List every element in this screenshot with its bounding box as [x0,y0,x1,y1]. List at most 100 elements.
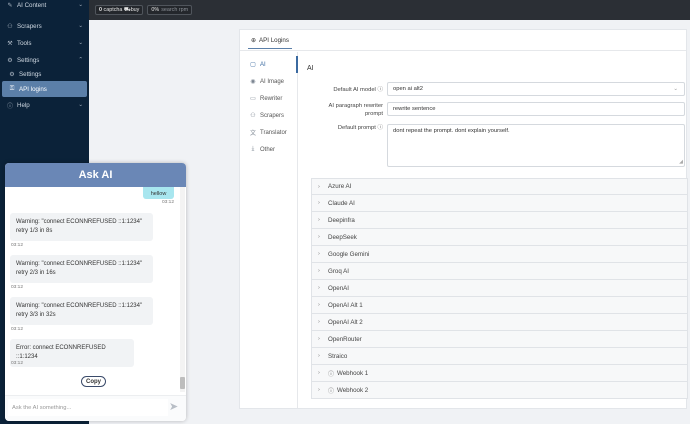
accordion-label: DeepSeek [328,233,357,241]
message-line: retry 2/3 in 16s [16,270,56,276]
message-line: retry 3/3 in 32s [16,312,56,318]
subnav-ai-image[interactable]: ◉ AI Image [240,73,298,90]
sidebar-subitem-settings[interactable]: ⚙ Settings [0,66,89,82]
form-row-default-prompt: Default prompt ⓘ dont repeat the prompt.… [307,124,685,167]
send-icon[interactable]: ➤ [169,400,178,413]
info-icon: ⓘ [328,371,335,378]
chevron-right-icon: › [318,319,320,325]
ai-content-icon: ✎ [7,2,13,9]
default-prompt-textarea[interactable]: dont repeat the prompt. dont explain you… [387,124,685,167]
chevron-up-icon: ⌃ [78,57,83,63]
rewriter-prompt-label: AI paragraph rewriter [328,103,383,109]
ai-message: Warning: "connect ECONNREFUSED ::1:1234"… [10,213,153,241]
subnav-other[interactable]: ⤓ Other [240,141,298,158]
divider [240,50,686,51]
gear-icon: ⚙ [7,57,13,64]
help-icon: ⓘ [6,103,13,110]
api-logins-card: ⊕ API Logins ▢ AI ◉ AI Image ▭ Rewriter … [239,29,688,409]
accordion-label: OpenRouter [328,335,362,343]
translator-icon: 文 [249,131,256,137]
message-time: 03:12 [11,327,24,332]
info-icon: ⓘ [377,87,383,93]
search-rpm-indicator: 0% search rpm [147,5,193,15]
message-time: 03:12 [11,361,24,366]
accordion-straico[interactable]: › Straico [311,348,688,365]
accordion-openrouter[interactable]: › OpenRouter [311,331,688,348]
default-model-label: Default AI model [333,87,376,93]
accordion-google-gemini[interactable]: › Google Gemini [311,246,688,263]
sidebar-item-label: API logins [19,85,47,93]
ai-icon: ▢ [250,62,256,68]
cart-icon: ⛟ [123,6,131,13]
search-percent: 0% [151,7,160,13]
message-time: 03:12 [161,200,174,205]
subnav-label: AI Image [260,78,285,85]
form-row-default-model: Default AI model ⓘ open ai alt2 ⌄ [307,82,685,96]
default-model-value: open ai alt2 [393,86,423,92]
accordion-label: Google Gemini [328,250,370,258]
chevron-right-icon: › [318,200,320,206]
gear-icon: ⚙ [9,71,15,78]
sidebar-item-label: Scrapers [17,22,42,30]
accordion-groq-ai[interactable]: › Groq AI [311,263,688,280]
sidebar-item-label: Settings [17,56,40,64]
chevron-right-icon: › [318,217,320,223]
chat-scrollbar[interactable] [180,187,185,392]
accordion-deepseek[interactable]: › DeepSeek [311,229,688,246]
user-message: hellow [143,187,174,199]
ask-ai-panel: Ask AI hellow 03:12 Warning: "connect EC… [5,163,186,421]
subnav-translator[interactable]: 文 Translator [240,124,298,141]
rewriter-prompt-input[interactable]: rewrite sentence [387,102,685,116]
accordion-openai-alt-1[interactable]: › OpenAI Alt 1 [311,297,688,314]
accordion-webhook-1[interactable]: › ⓘ Webhook 1 [311,365,688,382]
ai-message: Error: connect ECONNREFUSED ::1:1234 [10,339,134,367]
accordion-label: Claude AI [328,199,355,207]
tab-api-logins[interactable]: ⊕ API Logins [248,33,292,49]
default-prompt-label: Default prompt [337,125,376,131]
ask-ai-input[interactable]: Ask the AI something... [8,399,168,416]
chat-log[interactable]: hellow 03:12 Warning: "connect ECONNREFU… [5,187,186,392]
subnav-scrapers[interactable]: ⚇ Scrapers [240,107,298,124]
accordion-azure-ai[interactable]: › Azure AI [311,178,688,195]
accordion-deepinfra[interactable]: › Deepinfra [311,212,688,229]
sidebar-item-ai-content[interactable]: ✎ AI Content ⌄ [0,0,89,13]
copy-button[interactable]: Copy [81,376,106,387]
chevron-right-icon: › [318,268,320,274]
key-icon: ⚿ [9,85,15,92]
default-model-select[interactable]: open ai alt2 ⌄ [387,82,685,96]
scraper-icon: ⚇ [7,23,13,30]
tools-icon: ⚒ [7,40,13,47]
chevron-right-icon: › [318,302,320,308]
subnav-label: Other [260,146,276,153]
sidebar-item-label: Settings [19,70,42,78]
accordion-webhook-2[interactable]: › ⓘ Webhook 2 [311,382,688,399]
accordion-openai-alt-2[interactable]: › OpenAI Alt 2 [311,314,688,331]
message-line: Error: connect ECONNREFUSED ::1:1234 [16,345,106,360]
accordion-openai[interactable]: › OpenAI [311,280,688,297]
captcha-counter[interactable]: 0 captcha ⛟ buy [95,5,144,15]
chat-scrollbar-thumb[interactable] [180,377,185,389]
chevron-down-icon: ⌄ [78,23,83,29]
sidebar-subitem-api-logins[interactable]: ⚿ API logins [2,81,87,97]
accordion-claude-ai[interactable]: › Claude AI [311,195,688,212]
chevron-down-icon: ⌄ [78,2,83,8]
buy-label: buy [130,7,140,13]
accordion-label: Deepinfra [328,216,355,224]
accordion-label: OpenAI Alt 1 [328,301,363,309]
settings-subnav: ▢ AI ◉ AI Image ▭ Rewriter ⚇ Scrapers 文 … [240,56,298,158]
resize-grip-icon[interactable]: ◢ [679,159,683,165]
sidebar-item-tools[interactable]: ⚒ Tools ⌄ [0,35,89,51]
sidebar-item-scrapers[interactable]: ⚇ Scrapers ⌄ [0,18,89,34]
accordion-label: Webhook 1 [337,369,369,377]
chevron-down-icon: ⌄ [78,40,83,46]
subnav-ai[interactable]: ▢ AI [240,56,298,73]
subnav-rewriter[interactable]: ▭ Rewriter [240,90,298,107]
chevron-right-icon: › [318,285,320,291]
sidebar-item-help[interactable]: ⓘ Help ⌄ [0,97,89,113]
info-icon: ⓘ [328,388,335,395]
message-line: Warning: "connect ECONNREFUSED ::1:1234" [16,261,143,267]
message-line: Warning: "connect ECONNREFUSED ::1:1234" [16,303,143,309]
subnav-label: Translator [260,129,287,136]
provider-accordion: › Azure AI › Claude AI › Deepinfra › DeepSee… [311,178,688,399]
ask-ai-title: Ask AI [5,163,186,187]
